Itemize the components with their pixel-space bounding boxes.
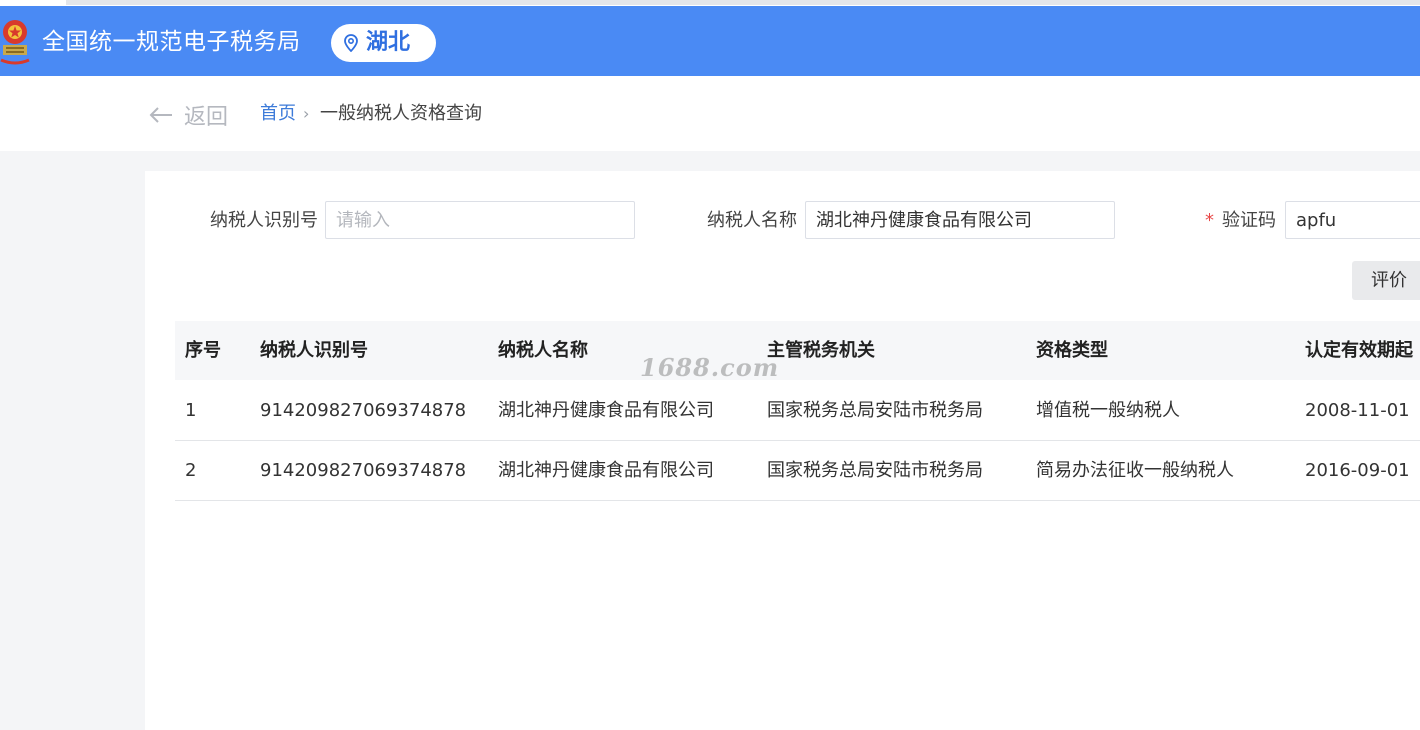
- breadcrumb-home-link[interactable]: 首页: [260, 102, 296, 126]
- captcha-label-group: * 验证码: [1205, 209, 1276, 233]
- column-header-taxpayer-id: 纳税人识别号: [260, 340, 368, 361]
- taxpayer-id-label: 纳税人识别号: [210, 210, 318, 231]
- back-button[interactable]: 返回: [148, 100, 228, 130]
- cell-valid-from: 2016-09-01: [1305, 460, 1410, 481]
- back-label: 返回: [184, 105, 229, 130]
- cell-qualification-type: 简易办法征收一般纳税人: [1036, 460, 1234, 481]
- taxpayer-name-label: 纳税人名称: [707, 210, 797, 231]
- column-header-qualification-type: 资格类型: [1036, 340, 1108, 361]
- table-header: 序号 纳税人识别号 纳税人名称 主管税务机关 资格类型 认定有效期起: [175, 321, 1420, 380]
- cell-index: 2: [185, 460, 197, 481]
- cell-taxpayer-id: 914209827069374878: [260, 400, 467, 421]
- cell-tax-authority: 国家税务总局安陆市税务局: [767, 460, 983, 481]
- taxpayer-name-input[interactable]: 湖北神丹健康食品有限公司: [805, 201, 1115, 239]
- breadcrumb-separator: ›: [303, 104, 310, 123]
- cell-tax-authority: 国家税务总局安陆市税务局: [767, 400, 983, 421]
- column-header-index: 序号: [185, 340, 221, 361]
- cell-valid-from: 2008-11-01: [1305, 400, 1410, 421]
- cell-taxpayer-id: 914209827069374878: [260, 460, 467, 481]
- column-header-tax-authority: 主管税务机关: [767, 340, 875, 361]
- national-emblem-icon: [0, 20, 30, 65]
- top-divider: [66, 0, 1420, 5]
- cell-taxpayer-name: 湖北神丹健康食品有限公司: [498, 460, 714, 481]
- required-mark: *: [1205, 210, 1214, 231]
- breadcrumb-bar: 返回 首页 › 一般纳税人资格查询: [0, 76, 1420, 151]
- location-pin-icon: [344, 34, 358, 52]
- table-row: 1 914209827069374878 湖北神丹健康食品有限公司 国家税务总局…: [175, 381, 1420, 441]
- column-header-taxpayer-name: 纳税人名称: [498, 340, 588, 361]
- cell-taxpayer-name: 湖北神丹健康食品有限公司: [498, 400, 714, 421]
- table-row: 2 914209827069374878 湖北神丹健康食品有限公司 国家税务总局…: [175, 441, 1420, 501]
- taxpayer-id-input[interactable]: 请输入: [325, 201, 635, 239]
- site-title[interactable]: 全国统一规范电子税务局: [42, 26, 301, 58]
- region-label: 湖北: [366, 30, 411, 55]
- captcha-input[interactable]: apfu: [1285, 201, 1420, 239]
- evaluate-button[interactable]: 评价: [1352, 261, 1420, 300]
- cell-index: 1: [185, 400, 197, 421]
- column-header-valid-from: 认定有效期起: [1305, 340, 1413, 361]
- arrow-left-icon: [149, 107, 172, 123]
- captcha-label: 验证码: [1222, 210, 1276, 231]
- watermark: 1688.com: [640, 353, 780, 382]
- breadcrumb-current: 一般纳税人资格查询: [320, 103, 482, 124]
- cell-qualification-type: 增值税一般纳税人: [1036, 400, 1180, 421]
- region-selector[interactable]: 湖北: [331, 24, 436, 62]
- site-header: 全国统一规范电子税务局 湖北: [0, 6, 1420, 76]
